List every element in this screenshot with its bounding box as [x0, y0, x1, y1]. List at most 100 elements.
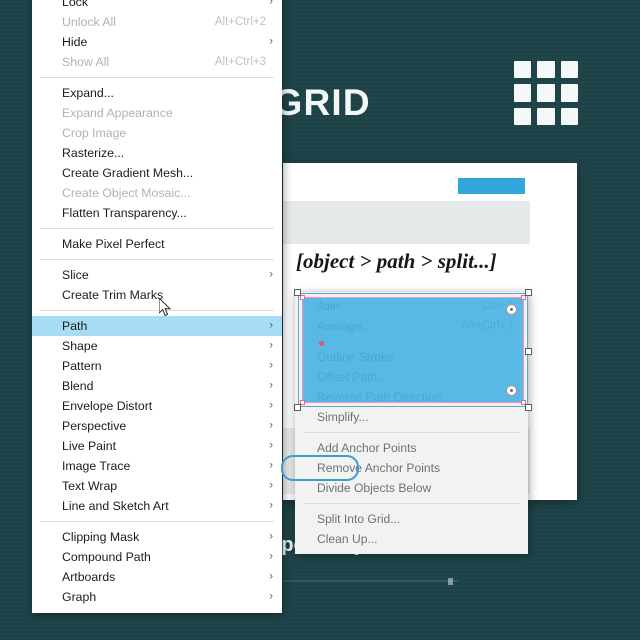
menu-separator	[303, 432, 520, 433]
chevron-right-icon: ›	[269, 339, 273, 352]
menu-item-make-pixel-perfect[interactable]: Make Pixel Perfect	[32, 234, 282, 254]
menu-item-shape[interactable]: Shape ›	[32, 336, 282, 356]
menu-item-shortcut: Alt+Ctrl+2	[214, 16, 266, 28]
menu-item-label: Rasterize...	[62, 146, 125, 160]
menu-item-label: Make Pixel Perfect	[62, 237, 165, 251]
selected-rectangle[interactable]	[294, 289, 532, 411]
resize-handle[interactable]	[294, 289, 301, 296]
menu-item-label: Create Object Mosaic...	[62, 186, 191, 200]
menu-item-path[interactable]: Path ›	[32, 316, 282, 336]
grid-cell	[560, 107, 578, 125]
menu-item-label: Lock	[62, 0, 88, 9]
menu-item-line-and-sketch-art[interactable]: Line and Sketch Art ›	[32, 496, 282, 516]
menu-item-text-wrap[interactable]: Text Wrap ›	[32, 476, 282, 496]
menu-item-label: Compound Path	[62, 550, 151, 564]
chevron-right-icon: ›	[269, 499, 273, 512]
menu-item-label: Simplify...	[317, 410, 369, 424]
menu-item-live-paint[interactable]: Live Paint ›	[32, 436, 282, 456]
menu-item-graph[interactable]: Graph ›	[32, 587, 282, 607]
resize-handle[interactable]	[525, 347, 532, 355]
chevron-right-icon: ›	[269, 479, 273, 492]
menu-item-label: Artboards	[62, 570, 116, 584]
menu-item-label: Path	[62, 319, 88, 333]
menu-item-label: Envelope Distort	[62, 399, 153, 413]
menu-item-label: Expand Appearance	[62, 106, 173, 120]
menu-item-hide[interactable]: Hide ›	[32, 32, 282, 52]
chevron-right-icon: ›	[269, 530, 273, 543]
object-context-menu[interactable]: Lock › Unlock All Alt+Ctrl+2 Hide › Show All Al…	[32, 0, 282, 613]
chevron-right-icon: ›	[269, 590, 273, 603]
menu-item-label: Text Wrap	[62, 479, 118, 493]
grid-cell	[514, 107, 532, 125]
corner-radius-widget[interactable]	[506, 385, 517, 396]
menu-item-simplify[interactable]: Simplify...	[295, 407, 528, 427]
menu-item-perspective[interactable]: Perspective ›	[32, 416, 282, 436]
menu-separator	[40, 310, 274, 311]
menu-separator	[40, 228, 274, 229]
menu-item-label: Split Into Grid...	[317, 512, 401, 526]
menu-item-envelope-distort[interactable]: Envelope Distort ›	[32, 396, 282, 416]
grid-cell	[537, 107, 555, 125]
chevron-right-icon: ›	[269, 268, 273, 281]
menu-item-label: Line and Sketch Art	[62, 499, 169, 513]
card-toolbar-band	[283, 201, 530, 244]
menu-item-clipping-mask[interactable]: Clipping Mask ›	[32, 527, 282, 547]
menu-item-label: Create Gradient Mesh...	[62, 166, 194, 180]
arrow-cursor	[159, 298, 172, 317]
menu-item-label: Slice	[62, 268, 89, 282]
menu-item-artboards[interactable]: Artboards ›	[32, 567, 282, 587]
menu-item-label: Pattern	[62, 359, 102, 373]
menu-item-create-gradient-mesh[interactable]: Create Gradient Mesh...	[32, 163, 282, 183]
menu-item-label: Blend	[62, 379, 94, 393]
menu-item-flatten-transparency[interactable]: Flatten Transparency...	[32, 203, 282, 223]
chevron-right-icon: ›	[269, 570, 273, 583]
grid-cell	[537, 84, 555, 102]
menu-item-create-object-mosaic: Create Object Mosaic...	[32, 183, 282, 203]
grid-cell	[514, 84, 532, 102]
menu-item-label: Image Trace	[62, 459, 131, 473]
menu-item-label: Crop Image	[62, 126, 127, 140]
menu-item-label: Divide Objects Below	[317, 481, 432, 495]
screenshot-canvas: O GRID ting layouts with perfectly ers. …	[0, 0, 640, 640]
menu-item-split-into-grid[interactable]: Split Into Grid...	[295, 509, 528, 529]
resize-handle[interactable]	[525, 404, 532, 411]
menu-item-expand-appearance: Expand Appearance	[32, 103, 282, 123]
rounded-outline-shape[interactable]	[281, 455, 359, 481]
chevron-right-icon: ›	[269, 319, 273, 332]
card-accent-bar	[458, 178, 525, 194]
menu-item-image-trace[interactable]: Image Trace ›	[32, 456, 282, 476]
grid-3x3-icon	[514, 61, 578, 125]
menu-item-label: Hide	[62, 35, 88, 49]
menu-item-clean-up[interactable]: Clean Up...	[295, 529, 528, 549]
menu-item-divide-objects-below[interactable]: Divide Objects Below	[295, 478, 528, 498]
menu-separator	[303, 503, 520, 504]
menu-item-create-trim-marks[interactable]: Create Trim Marks	[32, 285, 282, 305]
grid-cell	[537, 61, 555, 79]
menu-item-pattern[interactable]: Pattern ›	[32, 356, 282, 376]
chevron-right-icon: ›	[269, 379, 273, 392]
corner-radius-widget[interactable]	[506, 304, 517, 315]
resize-handle[interactable]	[525, 289, 532, 296]
menu-item-slice[interactable]: Slice ›	[32, 265, 282, 285]
menu-item-label: Live Paint	[62, 439, 117, 453]
menu-item-rasterize[interactable]: Rasterize...	[32, 143, 282, 163]
menu-item-label: Perspective	[62, 419, 127, 433]
menu-item-label: Graph	[62, 590, 97, 604]
decorative-knob	[448, 578, 453, 585]
chevron-right-icon: ›	[269, 550, 273, 563]
menu-item-expand[interactable]: Expand...	[32, 83, 282, 103]
menu-separator	[40, 259, 274, 260]
menu-item-lock[interactable]: Lock ›	[32, 0, 282, 12]
selection-bounding-box	[298, 293, 528, 407]
chevron-right-icon: ›	[269, 0, 273, 8]
menu-item-compound-path[interactable]: Compound Path ›	[32, 547, 282, 567]
menu-item-crop-image: Crop Image	[32, 123, 282, 143]
card-italic-caption: [object > path > split...]	[296, 249, 497, 273]
chevron-right-icon: ›	[269, 359, 273, 372]
chevron-right-icon: ›	[269, 35, 273, 48]
resize-handle[interactable]	[294, 404, 301, 411]
chevron-right-icon: ›	[269, 419, 273, 432]
menu-item-label: Expand...	[62, 86, 114, 100]
chevron-right-icon: ›	[269, 439, 273, 452]
menu-item-blend[interactable]: Blend ›	[32, 376, 282, 396]
